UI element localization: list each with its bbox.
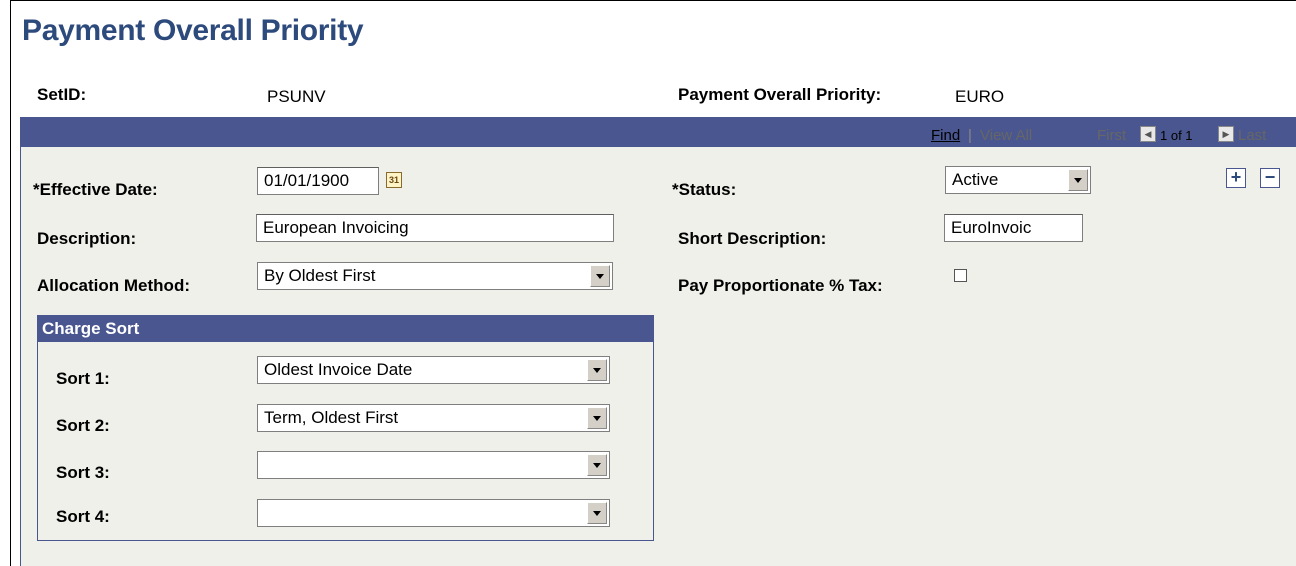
page-title: Payment Overall Priority — [22, 14, 364, 47]
payment-priority-value: EURO — [955, 87, 1005, 106]
next-arrow-icon[interactable]: ▶ — [1218, 126, 1234, 142]
charge-sort-header: Charge Sort — [38, 316, 653, 342]
short-description-input[interactable]: EuroInvoic — [944, 214, 1083, 242]
dropdown-arrow-icon[interactable] — [1068, 169, 1088, 191]
first-link[interactable]: First — [1097, 127, 1126, 144]
delete-row-button[interactable]: − — [1260, 168, 1280, 188]
calendar-icon[interactable]: 31 — [386, 172, 402, 188]
find-link[interactable]: Find — [931, 127, 960, 144]
short-description-label: Short Description: — [678, 229, 827, 248]
sort-3-select[interactable] — [257, 451, 610, 479]
add-row-button[interactable]: + — [1226, 168, 1246, 188]
pay-proportionate-tax-label: Pay Proportionate % Tax: — [678, 276, 883, 295]
nav-separator: | — [968, 127, 972, 144]
top-border — [10, 0, 1296, 1]
dropdown-arrow-icon[interactable] — [587, 502, 607, 524]
payment-priority-label: Payment Overall Priority: — [678, 85, 882, 104]
effective-date-label: *Effective Date: — [33, 180, 158, 199]
allocation-method-value: By Oldest First — [264, 266, 376, 285]
page-counter: 1 of 1 — [1160, 128, 1193, 143]
dropdown-arrow-icon[interactable] — [587, 454, 607, 476]
sort-1-select[interactable]: Oldest Invoice Date — [257, 356, 610, 384]
setid-value: PSUNV — [267, 87, 326, 106]
sort-2-select[interactable]: Term, Oldest First — [257, 404, 610, 432]
sort-4-label: Sort 4: — [56, 507, 110, 526]
previous-arrow-icon[interactable]: ◀ — [1140, 126, 1156, 142]
allocation-method-label: Allocation Method: — [37, 276, 190, 295]
sort-4-select[interactable] — [257, 499, 610, 527]
description-label: Description: — [37, 229, 137, 248]
dropdown-arrow-icon[interactable] — [590, 265, 610, 287]
sort-2-label: Sort 2: — [56, 416, 110, 435]
status-select[interactable]: Active — [945, 166, 1091, 194]
setid-label: SetID: — [37, 85, 87, 104]
allocation-method-select[interactable]: By Oldest First — [257, 262, 613, 290]
status-select-value: Active — [952, 170, 999, 189]
dropdown-arrow-icon[interactable] — [587, 407, 607, 429]
sort-3-label: Sort 3: — [56, 463, 110, 482]
dropdown-arrow-icon[interactable] — [587, 359, 607, 381]
left-border — [10, 0, 11, 566]
view-all-link[interactable]: View All — [980, 127, 1032, 144]
sort-2-value: Term, Oldest First — [264, 408, 399, 427]
last-link[interactable]: Last — [1238, 127, 1266, 144]
description-input[interactable]: European Invoicing — [256, 214, 614, 242]
pay-proportionate-tax-checkbox[interactable] — [954, 269, 967, 282]
sort-1-value: Oldest Invoice Date — [264, 360, 413, 379]
effective-date-input[interactable]: 01/01/1900 — [257, 167, 379, 195]
sort-1-label: Sort 1: — [56, 369, 110, 388]
status-label: *Status: — [672, 180, 737, 199]
